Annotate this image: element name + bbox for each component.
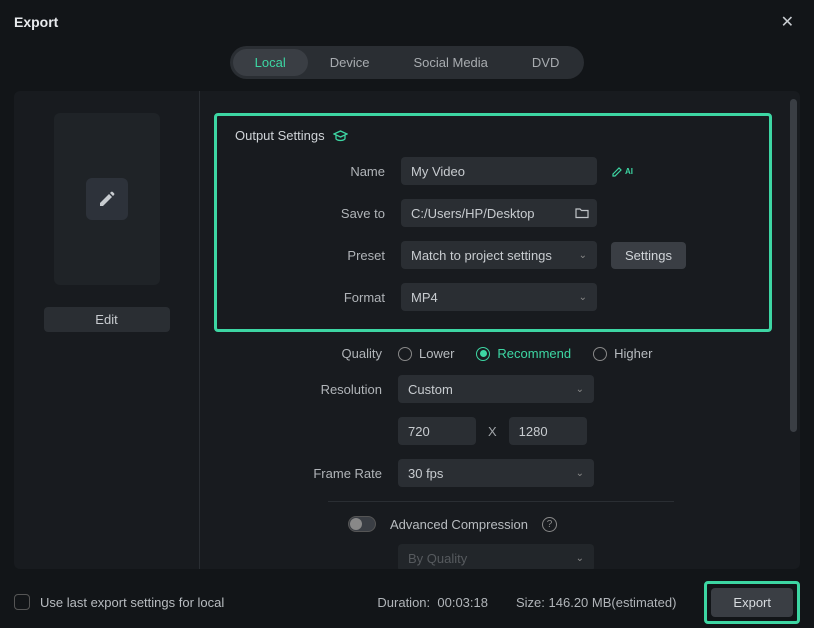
output-settings-highlight: Output Settings Name AI Save to — [214, 113, 772, 332]
advanced-compression-label: Advanced Compression — [390, 517, 528, 532]
quality-radio-group: Lower Recommend Higher — [398, 346, 652, 361]
preset-select[interactable]: Match to project settings⌄ — [401, 241, 597, 269]
export-highlight: Export — [704, 581, 800, 624]
name-label: Name — [315, 164, 401, 179]
help-icon[interactable]: ? — [542, 517, 557, 532]
scrollbar[interactable] — [790, 99, 797, 561]
framerate-label: Frame Rate — [312, 466, 398, 481]
saveto-input[interactable] — [401, 199, 597, 227]
video-preview — [54, 113, 160, 285]
preview-sidebar: Edit — [14, 91, 200, 569]
quality-label: Quality — [312, 346, 398, 361]
divider — [328, 501, 674, 502]
tab-local[interactable]: Local — [233, 49, 308, 76]
close-icon[interactable]: ✕ — [775, 10, 800, 34]
resolution-x: X — [488, 424, 497, 439]
folder-icon[interactable] — [575, 207, 589, 219]
use-last-settings-checkbox[interactable] — [14, 594, 30, 610]
tab-social-media[interactable]: Social Media — [391, 49, 509, 76]
footer-bar: Use last export settings for local Durat… — [0, 576, 814, 628]
ai-edit-icon[interactable]: AI — [611, 165, 633, 178]
size-info: Size: 146.20 MB(estimated) — [516, 595, 676, 610]
resolution-select[interactable]: Custom⌄ — [398, 375, 594, 403]
use-last-settings-label: Use last export settings for local — [40, 595, 224, 610]
saveto-label: Save to — [315, 206, 401, 221]
export-button[interactable]: Export — [711, 588, 793, 617]
preset-label: Preset — [315, 248, 401, 263]
quality-lower-radio[interactable]: Lower — [398, 346, 454, 361]
chevron-down-icon: ⌄ — [576, 384, 584, 395]
format-select[interactable]: MP4⌄ — [401, 283, 597, 311]
compression-mode-select: By Quality⌄ — [398, 544, 594, 569]
edit-button[interactable]: Edit — [44, 307, 170, 332]
tabs-container: Local Device Social Media DVD — [0, 46, 814, 79]
settings-button[interactable]: Settings — [611, 242, 686, 269]
resolution-width-input[interactable] — [398, 417, 476, 445]
name-input[interactable] — [401, 157, 597, 185]
format-label: Format — [315, 290, 401, 305]
resolution-height-input[interactable] — [509, 417, 587, 445]
tab-device[interactable]: Device — [308, 49, 392, 76]
chevron-down-icon: ⌄ — [576, 468, 584, 479]
output-settings-heading: Output Settings — [235, 128, 751, 143]
chevron-down-icon: ⌄ — [576, 553, 584, 564]
resolution-label: Resolution — [312, 382, 398, 397]
graduation-cap-icon[interactable] — [333, 130, 348, 142]
main-panel: Output Settings Name AI Save to — [200, 91, 800, 569]
window-title: Export — [14, 14, 58, 30]
chevron-down-icon: ⌄ — [579, 250, 587, 261]
duration-info: Duration: 00:03:18 — [377, 595, 488, 610]
pencil-icon — [86, 178, 128, 220]
framerate-select[interactable]: 30 fps⌄ — [398, 459, 594, 487]
quality-recommend-radio[interactable]: Recommend — [476, 346, 571, 361]
title-bar: Export ✕ — [0, 0, 814, 40]
chevron-down-icon: ⌄ — [579, 292, 587, 303]
quality-higher-radio[interactable]: Higher — [593, 346, 652, 361]
tab-dvd[interactable]: DVD — [510, 49, 581, 76]
advanced-compression-toggle[interactable] — [348, 516, 376, 532]
